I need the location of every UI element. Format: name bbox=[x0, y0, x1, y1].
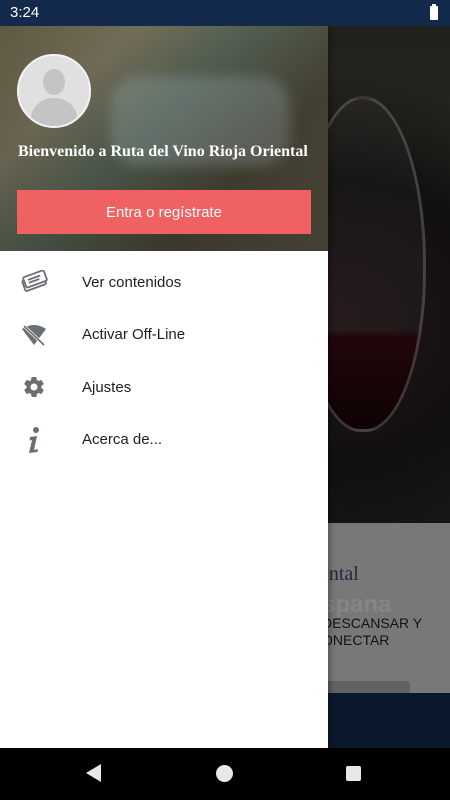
gear-icon bbox=[20, 373, 48, 401]
menu-item-ajustes[interactable]: Ajustes bbox=[0, 361, 328, 414]
home-icon[interactable] bbox=[216, 765, 233, 782]
drawer-menu: Ver contenidos Activar Off-Line Ajustes bbox=[0, 256, 328, 466]
menu-item-ver-contenidos[interactable]: Ver contenidos bbox=[0, 256, 328, 309]
menu-item-label: Ver contenidos bbox=[82, 273, 182, 291]
menu-item-label: Ajustes bbox=[82, 378, 132, 396]
info-icon bbox=[20, 426, 48, 454]
avatar-shoulders bbox=[31, 98, 77, 126]
recent-apps-icon[interactable] bbox=[346, 766, 361, 781]
login-register-button[interactable]: Entra o regístrate bbox=[17, 190, 311, 234]
menu-item-activar-offline[interactable]: Activar Off-Line bbox=[0, 309, 328, 362]
system-nav-bar bbox=[0, 748, 450, 800]
welcome-text: Bienvenido a Ruta del Vino Rioja Orienta… bbox=[18, 143, 308, 160]
tickets-icon bbox=[20, 268, 48, 296]
menu-item-label: Acerca de... bbox=[82, 431, 163, 449]
wifi-off-icon bbox=[20, 321, 48, 349]
navigation-drawer: Bienvenido a Ruta del Vino Rioja Orienta… bbox=[0, 26, 328, 748]
menu-item-label: Activar Off-Line bbox=[82, 326, 186, 344]
status-bar: 3:24 bbox=[0, 0, 450, 26]
battery-icon bbox=[430, 4, 438, 20]
drawer-header: Bienvenido a Ruta del Vino Rioja Orienta… bbox=[0, 26, 328, 251]
status-time: 3:24 bbox=[10, 4, 40, 21]
avatar[interactable] bbox=[17, 54, 91, 128]
back-icon[interactable] bbox=[86, 764, 101, 782]
menu-item-acerca-de[interactable]: Acerca de... bbox=[0, 414, 328, 467]
avatar-head bbox=[43, 69, 65, 95]
